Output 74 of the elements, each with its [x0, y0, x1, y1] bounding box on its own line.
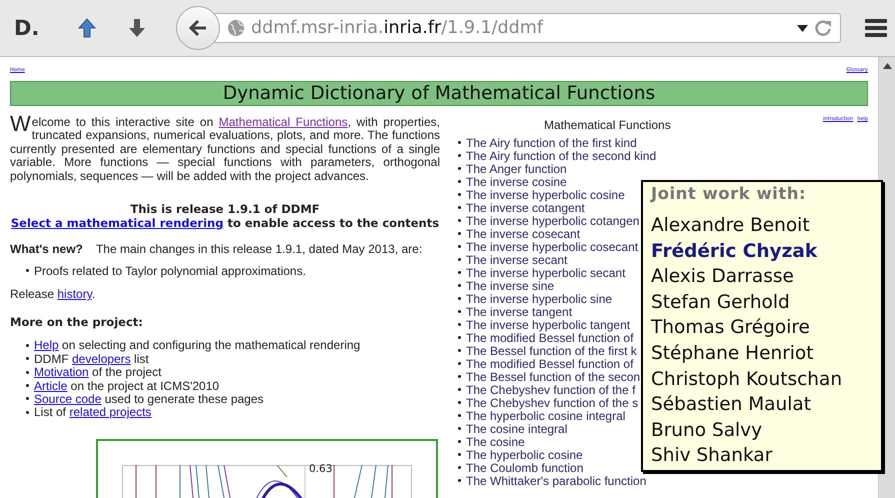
function-link[interactable]: The inverse hyperbolic cotangen — [458, 215, 640, 228]
release-title: This is release 1.9.1 of DDMF — [129, 203, 321, 217]
function-link[interactable]: The modified Bessel function of — [458, 358, 634, 371]
whats-new-text: What's new? The main changes in this release 1.9.1, dated May 2013, are: — [10, 242, 424, 256]
author-name: Stéphane Henriot — [651, 342, 815, 366]
overlay-heading: Joint work with: — [651, 183, 808, 205]
link[interactable]: Help — [34, 338, 59, 352]
function-link[interactable]: The inverse cosecant — [458, 228, 580, 241]
author-name: Stefan Gerhold — [651, 290, 791, 315]
plot-value-label: 0.63 — [309, 462, 332, 475]
function-link[interactable]: The Bessel function of the secon — [458, 371, 640, 384]
function-link[interactable]: The inverse tangent — [458, 306, 572, 319]
author-name: Christoph Koutschan — [651, 368, 844, 392]
dropdown-caret-icon[interactable] — [797, 24, 808, 32]
function-link[interactable]: The inverse hyperbolic secant — [458, 267, 626, 280]
logo[interactable]: D. — [14, 16, 46, 40]
link[interactable]: history — [57, 287, 92, 302]
list-item: Article on the project at ICMS'2010 — [26, 380, 220, 394]
function-link[interactable]: The inverse cotangent — [458, 202, 585, 215]
function-link[interactable]: The inverse cosine — [458, 176, 567, 189]
list-item: DDMF developers list — [26, 352, 149, 366]
function-link[interactable]: The Bessel function of the first k — [458, 345, 637, 358]
link[interactable]: Select a mathematical rendering — [10, 216, 224, 230]
author-name: Thomas Grégoire — [651, 316, 811, 340]
function-link[interactable]: The Whittaker's parabolic function — [458, 475, 646, 488]
reload-icon[interactable] — [814, 19, 832, 37]
function-link[interactable]: The cosine — [458, 436, 525, 449]
scroll-up-icon[interactable] — [882, 63, 892, 69]
function-link[interactable]: The Coulomb function — [458, 462, 584, 475]
author-name: Sébastien Maulat — [651, 393, 812, 418]
globe-icon — [227, 19, 245, 37]
function-link[interactable]: The inverse hyperbolic sine — [458, 293, 612, 306]
list-item: Proofs related to Taylor polynomial approximations. — [26, 265, 306, 278]
menu-icon[interactable] — [865, 18, 887, 38]
function-link[interactable]: The inverse hyperbolic tangent — [458, 319, 630, 332]
function-link[interactable]: The inverse sine — [458, 280, 554, 293]
back-button[interactable] — [176, 6, 220, 50]
url-text: ddmf.msr-inria.inria.fr/1.9.1/ddmf — [251, 18, 543, 38]
link[interactable]: Source code — [34, 392, 102, 406]
function-link[interactable]: The inverse hyperbolic cosecant — [458, 241, 638, 254]
function-link[interactable]: The modified Bessel function of — [458, 332, 634, 345]
page-title: Dynamic Dictionary of Mathematical Functions — [10, 81, 868, 106]
up-arrow-icon[interactable] — [78, 18, 96, 38]
link[interactable]: Motivation — [34, 365, 89, 380]
function-link[interactable]: The Chebyshev function of the s — [458, 397, 638, 410]
section-heading: More on the project: — [10, 315, 144, 330]
function-link[interactable]: The Anger function — [458, 163, 567, 176]
function-link[interactable]: The Airy function of the first kind — [458, 137, 637, 150]
back-arrow-icon[interactable] — [188, 19, 208, 37]
list-item: Motivation of the project — [26, 366, 162, 380]
link[interactable]: developers — [72, 352, 131, 366]
function-link[interactable]: The Airy function of the second kind — [458, 150, 656, 163]
function-link[interactable]: The hyperbolic cosine — [458, 449, 583, 462]
function-link[interactable]: The Chebyshev function of the f — [458, 384, 636, 397]
link[interactable]: related projects — [69, 405, 152, 420]
release-history-text: Release history. — [10, 287, 96, 302]
author-name: Alexis Darrasse — [651, 265, 795, 290]
list-item: Source code used to generate these pages — [26, 393, 264, 406]
author-name: Shiv Shankar — [651, 444, 774, 468]
list-item: List of related projects — [26, 406, 152, 420]
author-name: Bruno Salvy — [651, 418, 764, 443]
function-link[interactable]: The inverse hyperbolic cosine — [458, 189, 625, 202]
function-link[interactable]: The inverse secant — [458, 254, 568, 267]
function-link[interactable]: The cosine integral — [458, 423, 568, 436]
list-item: Help on selecting and configuring the mathematical rendering — [26, 339, 360, 353]
address-bar[interactable]: ddmf.msr-inria.inria.fr/1.9.1/ddmf — [212, 13, 841, 43]
section-heading: Mathematical Functions — [544, 118, 671, 132]
link[interactable]: Article — [34, 378, 68, 393]
down-arrow-icon[interactable] — [128, 18, 146, 38]
author-name: Alexandre Benoit — [651, 214, 811, 238]
author-name: Frédéric Chyzak — [651, 240, 818, 264]
link[interactable]: Mathematical Functions — [218, 115, 348, 129]
release-instruction: Select a mathematical rendering to enable access to the contents — [10, 216, 440, 230]
function-link[interactable]: The hyperbolic cosine integral — [458, 410, 626, 423]
